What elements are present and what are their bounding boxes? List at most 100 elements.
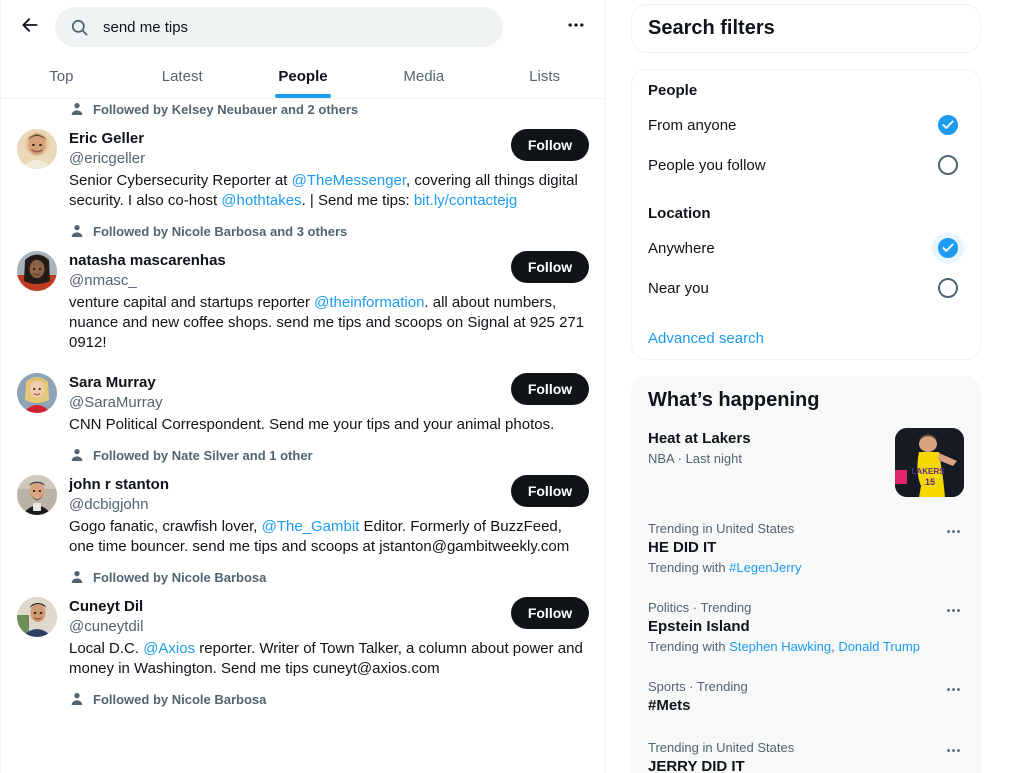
tab-media[interactable]: Media (363, 54, 484, 98)
tab-top[interactable]: Top (1, 54, 122, 98)
trend-item[interactable]: Trending in United States HE DID IT Trendi… (632, 509, 980, 588)
trend-related-link[interactable]: #LegenJerry (729, 560, 801, 575)
avatar[interactable] (17, 597, 57, 637)
avatar[interactable] (17, 373, 57, 413)
filter-option-row[interactable]: Anywhere (648, 228, 964, 268)
person-display-name[interactable]: Eric Geller (69, 129, 499, 149)
bio-text: . | Send me tips: (301, 192, 414, 209)
back-button[interactable] (13, 10, 47, 44)
trend-text-block: Politics · Trending Epstein Island Trendin… (648, 600, 936, 655)
follow-button[interactable]: Follow (511, 373, 589, 405)
person-details: natasha mascarenhas @nmasc_ Follow venture … (69, 251, 589, 353)
follow-button[interactable]: Follow (511, 129, 589, 161)
bio-link[interactable]: bit.ly/contactejg (414, 192, 517, 209)
trend-related-link[interactable]: Donald Trump (838, 639, 920, 654)
trend-subtext-prefix: Trending with (648, 639, 730, 654)
filter-group-heading: Location (648, 205, 711, 222)
filter-option-label: Near you (648, 279, 709, 297)
followed-by-text: Followed by Nicole Barbosa (93, 691, 267, 707)
trend-item[interactable]: Politics · Trending Epstein Island Trendin… (632, 588, 980, 667)
filter-option-label: From anyone (648, 116, 737, 134)
person-display-name[interactable]: natasha mascarenhas (69, 251, 499, 271)
bio-link[interactable]: @The_Gambit (262, 518, 360, 535)
filter-group-heading: People (648, 82, 698, 99)
follow-button[interactable]: Follow (511, 597, 589, 629)
bio-link[interactable]: @Axios (143, 640, 195, 657)
user-icon (69, 691, 85, 707)
user-icon (69, 569, 85, 585)
person-result-row[interactable]: Eric Geller @ericgeller Follow Senior Cyber… (1, 119, 605, 221)
person-display-name[interactable]: john r stanton (69, 475, 499, 495)
person-result-row[interactable]: john r stanton @dcbigjohn Follow Gogo fanat… (1, 465, 605, 567)
trend-item[interactable]: Trending in United States JERRY DID IT (632, 728, 980, 773)
followed-by-context: Followed by Kelsey Neubauer and 2 others (53, 101, 605, 117)
person-bio: Senior Cybersecurity Reporter at @TheMes… (69, 171, 589, 211)
tab-label: Lists (529, 67, 560, 85)
filter-option-row[interactable]: People you follow (648, 145, 964, 185)
trend-more-button[interactable] (936, 675, 970, 709)
trend-name: Heat at Lakers (648, 430, 751, 447)
person-bio: Local D.C. @Axios reporter. Writer of To… (69, 639, 589, 679)
avatar[interactable] (17, 251, 57, 291)
person-result-row[interactable]: natasha mascarenhas @nmasc_ Follow venture … (1, 241, 605, 363)
filter-option-row[interactable]: From anyone (648, 105, 964, 145)
whats-happening-title: What’s happening (648, 389, 820, 411)
radio-unchecked-icon[interactable] (938, 155, 958, 175)
person-handle: @nmasc_ (69, 272, 137, 289)
avatar[interactable] (17, 475, 57, 515)
bio-link[interactable]: @TheMessenger (292, 172, 406, 189)
search-box[interactable] (55, 7, 503, 47)
advanced-search-link[interactable]: Advanced search (632, 316, 980, 359)
filter-option-label: People you follow (648, 156, 766, 174)
arrow-left-icon (20, 15, 40, 40)
person-name-row: Cuneyt Dil @cuneytdil Follow (69, 597, 589, 637)
search-icon (70, 18, 89, 37)
trend-more-button[interactable] (936, 517, 970, 551)
followed-by-text: Followed by Kelsey Neubauer and 2 others (93, 101, 359, 117)
person-name-block: Cuneyt Dil @cuneytdil (69, 597, 499, 637)
person-result-row[interactable]: Sara Murray @SaraMurray Follow CNN Politica… (1, 363, 605, 445)
avatar[interactable] (17, 129, 57, 169)
filter-option-row[interactable]: Near you (648, 268, 964, 308)
tab-people[interactable]: People (243, 54, 364, 98)
trend-text-block: Sports · Trending #Mets (648, 679, 936, 716)
search-filters-options-card: People From anyone People you follow Locati… (631, 69, 981, 360)
bio-link[interactable]: @hothtakes (221, 192, 301, 209)
followed-by-context: Followed by Nicole Barbosa (53, 569, 605, 585)
radio-checked-icon[interactable] (938, 238, 958, 258)
tab-lists[interactable]: Lists (484, 54, 605, 98)
follow-button[interactable]: Follow (511, 251, 589, 283)
tab-label: Top (49, 67, 74, 85)
radio-hit-area[interactable] (932, 149, 964, 181)
tab-active-indicator (154, 94, 210, 98)
trend-subtext: Trending with Stephen Hawking, Donald Tr… (648, 639, 936, 655)
more-horizontal-icon (566, 15, 586, 40)
followed-by-text: Followed by Nate Silver and 1 other (93, 447, 313, 463)
search-field-wrapper (55, 7, 503, 47)
person-name-block: Eric Geller @ericgeller (69, 129, 499, 169)
person-display-name[interactable]: Sara Murray (69, 373, 499, 393)
radio-hit-area[interactable] (932, 232, 964, 264)
bio-text: venture capital and startups reporter (69, 294, 315, 311)
trend-item[interactable]: Heat at Lakers NBA · Last night LAKERS 15 (632, 416, 980, 509)
bio-link[interactable]: @theinformation (314, 294, 424, 311)
search-settings-button[interactable] (559, 10, 593, 44)
search-input[interactable] (103, 8, 488, 46)
person-display-name[interactable]: Cuneyt Dil (69, 597, 499, 617)
follow-button[interactable]: Follow (511, 475, 589, 507)
person-result-row[interactable]: Cuneyt Dil @cuneytdil Follow Local D.C. @Ax… (1, 587, 605, 689)
tab-latest[interactable]: Latest (122, 54, 243, 98)
radio-hit-area[interactable] (932, 272, 964, 304)
trend-item[interactable]: Sports · Trending #Mets (632, 667, 980, 728)
radio-hit-area[interactable] (932, 109, 964, 141)
radio-unchecked-icon[interactable] (938, 278, 958, 298)
bio-text: Senior Cybersecurity Reporter at (69, 172, 292, 189)
user-icon (69, 101, 85, 117)
radio-checked-icon[interactable] (938, 115, 958, 135)
trend-more-button[interactable] (936, 736, 970, 770)
trend-related-link[interactable]: Stephen Hawking (729, 639, 831, 654)
person-details: Eric Geller @ericgeller Follow Senior Cyber… (69, 129, 589, 211)
trend-more-button[interactable] (936, 596, 970, 630)
person-bio: venture capital and startups reporter @t… (69, 293, 589, 353)
svg-text:15: 15 (925, 477, 935, 487)
